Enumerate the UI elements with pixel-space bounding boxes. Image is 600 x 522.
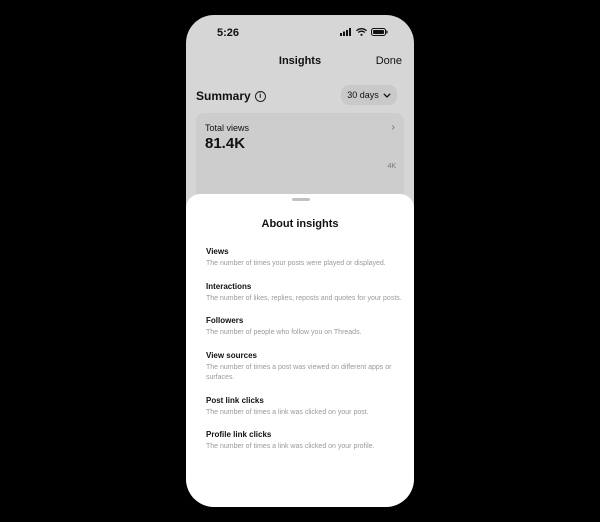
status-bar: 5:26 bbox=[186, 15, 414, 51]
chevron-right-icon: › bbox=[391, 122, 395, 133]
item-title: View sources bbox=[206, 350, 257, 360]
navigation-bar: Insights Done bbox=[186, 55, 414, 75]
item-description: The number of times a post was viewed on… bbox=[206, 363, 392, 382]
summary-label: Summary bbox=[196, 89, 251, 103]
summary-title: Summary i bbox=[196, 89, 266, 103]
done-button[interactable]: Done bbox=[376, 55, 402, 67]
item-description: The number of times a link was clicked o… bbox=[206, 443, 375, 450]
signal-bars-icon bbox=[340, 28, 351, 36]
about-insights-sheet: About insights Views The number of times… bbox=[186, 194, 414, 507]
item-title: Views bbox=[206, 247, 229, 256]
item-title: Profile link clicks bbox=[206, 430, 272, 439]
card-value: 81.4K bbox=[205, 135, 246, 152]
chevron-down-icon bbox=[383, 92, 391, 98]
info-icon[interactable]: i bbox=[254, 90, 266, 102]
item-title: Interactions bbox=[206, 281, 252, 291]
date-range-dropdown[interactable]: 30 days bbox=[341, 85, 397, 105]
battery-icon bbox=[371, 28, 388, 36]
sheet-title: About insights bbox=[261, 218, 339, 230]
wifi-icon bbox=[356, 28, 367, 36]
axis-tick-label: 4K bbox=[387, 163, 396, 170]
status-time: 5:26 bbox=[217, 27, 240, 39]
definitions-list: Views The number of times your posts wer… bbox=[206, 246, 402, 464]
item-description: The number of times your posts were play… bbox=[206, 260, 386, 267]
date-range-label: 30 days bbox=[347, 90, 379, 100]
item-title: Post link clicks bbox=[206, 395, 264, 405]
list-item: Post link clicks The number of times a l… bbox=[206, 395, 402, 419]
list-item: Views The number of times your posts wer… bbox=[206, 246, 402, 270]
phone-frame: 5:26 Insights Done Summary i 30 days Tot… bbox=[186, 15, 414, 507]
item-description: The number of times a link was clicked o… bbox=[206, 408, 369, 416]
item-description: The number of people who follow you on T… bbox=[206, 329, 362, 336]
card-label: Total views bbox=[205, 123, 250, 133]
summary-header: Summary i 30 days bbox=[196, 85, 404, 109]
list-item: View sources The number of times a post … bbox=[206, 350, 402, 384]
item-description: The number of likes, replies, reposts an… bbox=[206, 294, 402, 302]
status-icons bbox=[340, 28, 388, 36]
list-item: Profile link clicks The number of times … bbox=[206, 429, 402, 453]
sheet-grabber[interactable] bbox=[292, 198, 310, 201]
item-title: Followers bbox=[206, 316, 244, 325]
list-item: Interactions The number of likes, replie… bbox=[206, 281, 402, 305]
list-item: Followers The number of people who follo… bbox=[206, 315, 402, 339]
